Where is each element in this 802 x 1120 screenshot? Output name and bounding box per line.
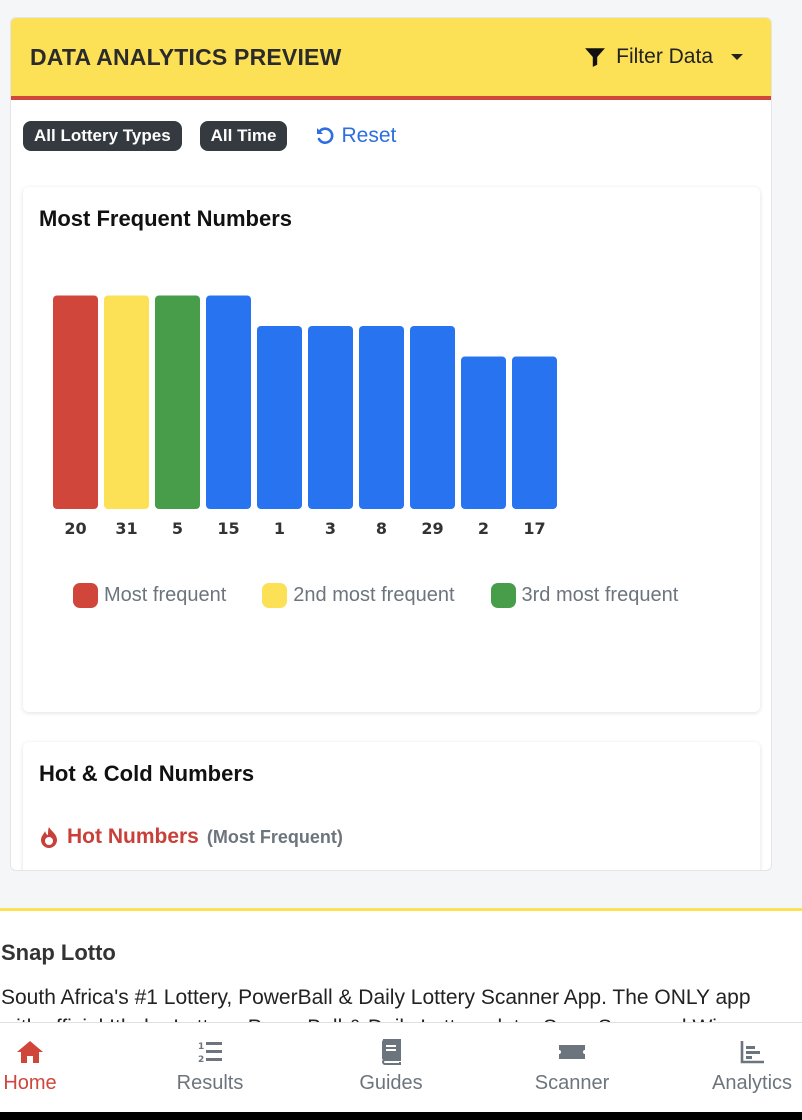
nav-scanner[interactable]: Scanner [512, 1023, 632, 1113]
svg-text:2: 2 [198, 1055, 204, 1065]
bar-label-2: 2 [478, 519, 489, 538]
legend-label: Most frequent [104, 584, 227, 606]
nav-home[interactable]: Home [0, 1023, 90, 1113]
legend-swatch [73, 583, 98, 608]
hot-cold-title: Hot & Cold Numbers [39, 761, 255, 786]
nav-analytics[interactable]: Analytics [692, 1023, 802, 1113]
bar-15 [206, 295, 251, 509]
bar-label-31: 31 [115, 519, 137, 538]
legend-item: 3rd most frequent [490, 583, 679, 608]
bar-8 [359, 326, 404, 509]
bar-5 [155, 295, 200, 509]
bottom-navigation: Home 1 2 Results Guides Scanner Analytic… [0, 1022, 802, 1112]
hot-numbers-label: Hot Numbers [67, 825, 199, 848]
bar-1 [257, 326, 302, 509]
lottery-type-chip[interactable]: All Lottery Types [23, 121, 182, 151]
svg-text:1: 1 [198, 1042, 204, 1052]
time-range-chip[interactable]: All Time [199, 121, 288, 151]
bar-label-20: 20 [64, 519, 86, 538]
filter-icon [585, 48, 606, 67]
legend-label: 3rd most frequent [521, 584, 679, 606]
footer-title: Snap Lotto [1, 940, 116, 965]
bar-label-17: 17 [523, 519, 545, 538]
hot-numbers-heading: Hot Numbers (Most Frequent) [39, 825, 343, 849]
ticket-icon [559, 1045, 585, 1059]
bar-label-15: 15 [217, 519, 239, 538]
bar-label-1: 1 [274, 519, 285, 538]
chart-legend: Most frequent 2nd most frequent 3rd most f… [73, 583, 678, 608]
nav-guides-label: Guides [359, 1072, 423, 1094]
analytics-card: DATA ANALYTICS PREVIEW Filter Data All L… [10, 17, 772, 871]
reset-label: Reset [341, 124, 397, 147]
nav-results-label: Results [176, 1072, 244, 1094]
system-bar [0, 1112, 802, 1120]
app-footer: Snap Lotto South Africa's #1 Lottery, Po… [0, 908, 802, 1023]
card-header: DATA ANALYTICS PREVIEW Filter Data [11, 18, 771, 100]
bar-29 [410, 326, 455, 509]
bar-label-3: 3 [325, 519, 336, 538]
chevron-down-icon [731, 54, 743, 60]
most-frequent-panel: Most Frequent Numbers 20 31 5 15 1 3 8 29 2 17 Mo… [23, 187, 760, 712]
bar-3 [308, 326, 353, 509]
hot-numbers-sublabel: (Most Frequent) [206, 827, 343, 847]
bar-17 [512, 356, 557, 509]
legend-label: 2nd most frequent [293, 584, 455, 606]
chart-icon [740, 1041, 764, 1064]
bar-2 [461, 356, 506, 509]
bar-20 [53, 295, 98, 509]
hot-cold-panel: Hot & Cold Numbers Hot Numbers (Most Fre… [23, 742, 760, 870]
filter-chips: All Lottery Types All Time Reset [23, 121, 396, 151]
legend-item: 2nd most frequent [262, 583, 455, 608]
legend-item: Most frequent [73, 583, 226, 608]
footer-description: South Africa's #1 Lottery, PowerBall & D… [1, 986, 751, 1023]
nav-home-label: Home [3, 1072, 57, 1094]
nav-scanner-label: Scanner [534, 1072, 610, 1094]
nav-results[interactable]: 1 2 Results [150, 1023, 270, 1113]
bar-31 [104, 295, 149, 509]
reset-button[interactable]: Reset [315, 124, 396, 148]
bar-label-8: 8 [376, 519, 387, 538]
nav-guides[interactable]: Guides [331, 1023, 451, 1113]
list-ol-icon: 1 2 [198, 1042, 222, 1065]
legend-swatch [490, 583, 516, 608]
book-icon [382, 1039, 401, 1065]
nav-analytics-label: Analytics [711, 1072, 793, 1094]
page-title: DATA ANALYTICS PREVIEW [30, 43, 342, 70]
filter-data-button[interactable]: Filter Data [584, 45, 743, 69]
fire-icon [41, 827, 57, 848]
frequency-bar-chart: 20 31 5 15 1 3 8 29 2 17 [53, 295, 557, 538]
bar-label-5: 5 [172, 519, 183, 538]
home-icon [17, 1041, 43, 1063]
legend-swatch [262, 583, 288, 608]
filter-data-label: Filter Data [616, 45, 713, 68]
undo-icon [317, 127, 334, 144]
bar-label-29: 29 [421, 519, 443, 538]
